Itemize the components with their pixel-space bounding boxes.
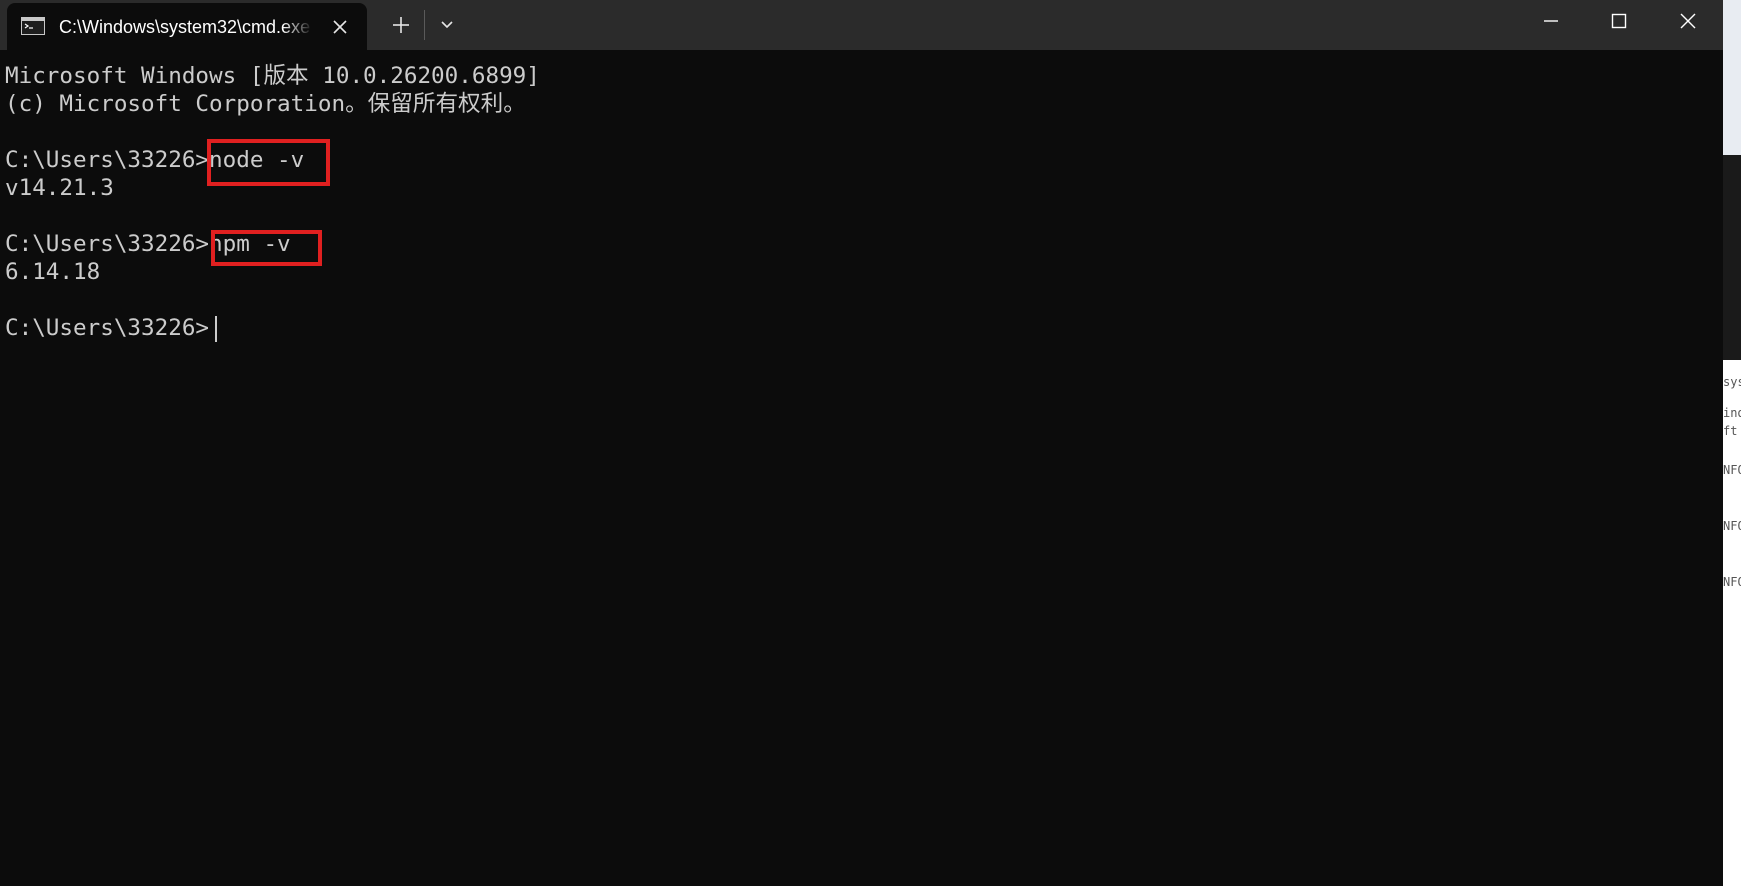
terminal-window: C:\Windows\system32\cmd.exe Microsoft Wi… <box>0 0 1741 886</box>
minimize-icon[interactable] <box>1533 6 1569 36</box>
highlight-box-npm <box>211 230 322 266</box>
terminal-line: Microsoft Windows [版本 10.0.26200.6899] <box>5 63 540 89</box>
title-bar[interactable]: C:\Windows\system32\cmd.exe <box>0 0 1741 50</box>
highlight-box-node <box>207 139 330 186</box>
background-window: sys ind ft NFO NFO NFO <box>1723 0 1741 886</box>
terminal-line: v14.21.3 <box>5 175 114 201</box>
background-window-dark-area <box>1723 155 1741 360</box>
background-window-panel <box>1723 0 1741 155</box>
terminal-line: 6.14.18 <box>5 259 101 285</box>
terminal-line: C:\Users\33226> <box>5 315 210 341</box>
terminal-line: (c) Microsoft Corporation。保留所有权利。 <box>5 91 526 117</box>
text-cursor <box>215 316 217 342</box>
background-text: NFO <box>1723 463 1741 477</box>
close-window-icon[interactable] <box>1670 6 1706 36</box>
close-tab-icon[interactable] <box>329 16 351 38</box>
background-text: sys <box>1723 375 1741 389</box>
terminal-output[interactable]: Microsoft Windows [版本 10.0.26200.6899] (… <box>0 50 1722 886</box>
tab-title: C:\Windows\system32\cmd.exe <box>59 17 311 37</box>
background-text: ft <box>1723 424 1738 438</box>
cmd-icon <box>21 17 45 35</box>
chevron-down-icon[interactable] <box>434 12 460 38</box>
background-text: ind <box>1723 406 1741 420</box>
plus-icon[interactable] <box>388 12 414 38</box>
background-text: NFO <box>1723 519 1741 533</box>
tab-divider <box>424 10 425 40</box>
tab-cmd[interactable]: C:\Windows\system32\cmd.exe <box>7 3 367 50</box>
background-text: NFO <box>1723 575 1741 589</box>
maximize-icon[interactable] <box>1601 6 1637 36</box>
